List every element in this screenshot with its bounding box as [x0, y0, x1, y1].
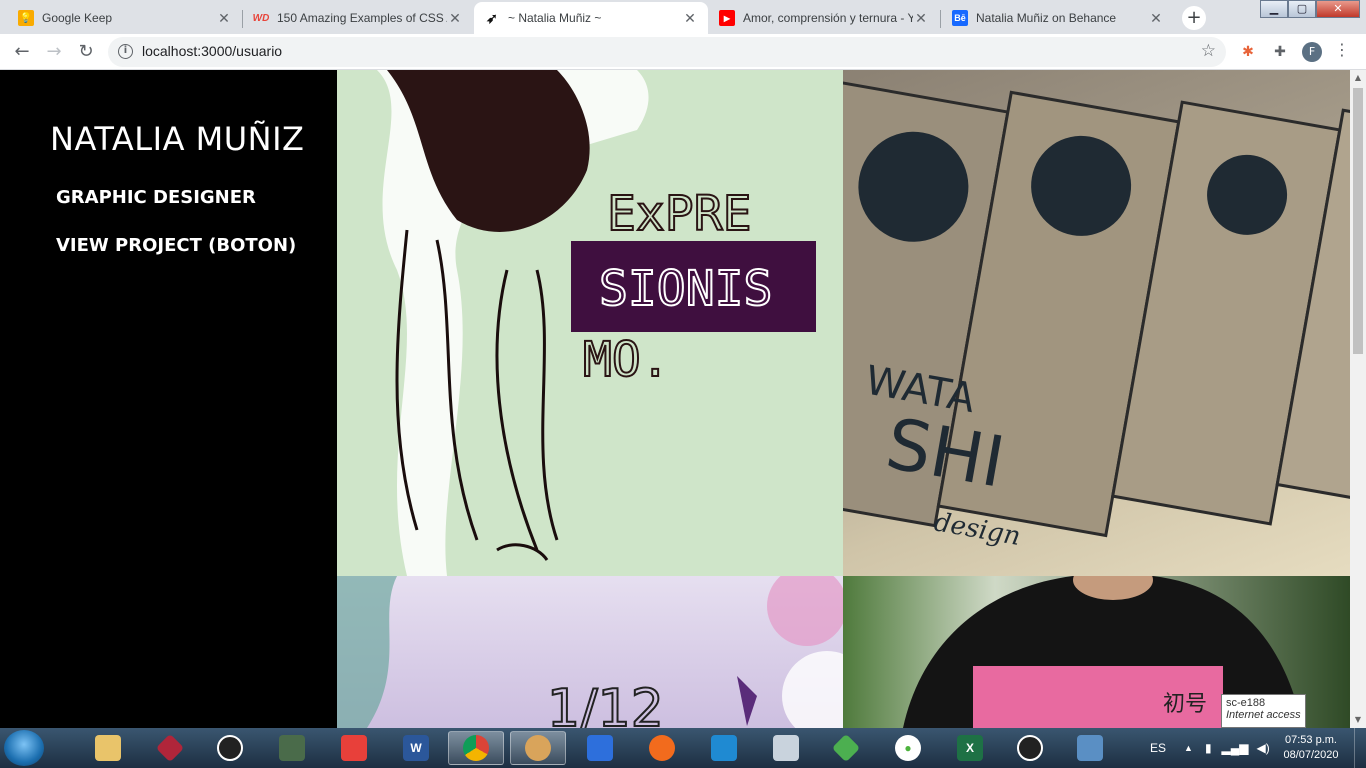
- monitor-taskbar-icon[interactable]: [264, 731, 320, 765]
- tab-divider: [940, 10, 941, 28]
- tile1-line3: MO.: [583, 332, 670, 388]
- new-tab-button[interactable]: +: [1182, 6, 1206, 30]
- minimize-button[interactable]: ▁: [1260, 0, 1288, 18]
- close-icon[interactable]: ✕: [682, 10, 698, 27]
- expresionismo-illustration: ExPRE SIONIS MO.: [377, 70, 816, 576]
- pen-taskbar-icon[interactable]: [634, 731, 690, 765]
- language-indicator[interactable]: ES: [1150, 741, 1166, 755]
- excel-taskbar-icon[interactable]: X: [942, 731, 998, 765]
- tile3-text: 1/12: [547, 679, 664, 728]
- back-button[interactable]: ←: [10, 40, 34, 64]
- tab-google-keep[interactable]: 💡 Google Keep ✕: [8, 2, 242, 34]
- app-taskbar-icon[interactable]: [142, 731, 198, 765]
- brand-title: NATALIA MUÑIZ: [50, 120, 305, 158]
- bookmark-star-icon[interactable]: ☆: [1201, 41, 1216, 61]
- page-scrollbar[interactable]: ▲ ▼: [1350, 70, 1366, 728]
- browser-toolbar: ← → ↻ i localhost:3000/usuario ☆ ✱ ✚ F ⋮: [0, 34, 1366, 70]
- behance-icon: Bē: [952, 10, 968, 26]
- network-icon[interactable]: ▂▄▆: [1222, 741, 1249, 755]
- view-project-button[interactable]: VIEW PROJECT (BOTON): [56, 235, 296, 256]
- paint-taskbar-icon[interactable]: [510, 731, 566, 765]
- window-controls: ▁ ▢ ✕: [1260, 0, 1360, 18]
- start-button[interactable]: [4, 730, 44, 766]
- sidebar: NATALIA MUÑIZ GRAPHIC DESIGNER VIEW PROJ…: [0, 70, 337, 728]
- url-text[interactable]: localhost:3000/usuario: [142, 43, 282, 59]
- tab-behance[interactable]: Bē Natalia Muñiz on Behance ✕: [942, 2, 1174, 34]
- forward-button[interactable]: →: [42, 40, 66, 64]
- address-bar[interactable]: i localhost:3000/usuario ☆: [108, 37, 1226, 67]
- extension-icon[interactable]: ✱: [1238, 42, 1258, 62]
- profile-avatar[interactable]: F: [1302, 42, 1322, 62]
- project-tile-expresionismo[interactable]: ExPRE SIONIS MO.: [337, 70, 843, 576]
- watashi-cards-photo: WATA SHI design: [843, 80, 1350, 552]
- wd-icon: WD: [252, 12, 270, 24]
- maximize-button[interactable]: ▢: [1288, 0, 1316, 18]
- project-tile-calendar[interactable]: 1/12: [337, 576, 843, 728]
- project-tile-watashi[interactable]: WATA SHI design: [843, 70, 1350, 576]
- puzzle-icon[interactable]: ✚: [1270, 42, 1290, 62]
- volume-icon[interactable]: ◀): [1257, 741, 1270, 755]
- app-taskbar-icon[interactable]: [1002, 731, 1058, 765]
- page-content: NATALIA MUÑIZ GRAPHIC DESIGNER VIEW PROJ…: [0, 70, 1350, 728]
- app-taskbar-icon[interactable]: [202, 731, 258, 765]
- scroll-thumb[interactable]: [1353, 88, 1363, 354]
- tile1-line1: ExPRE: [607, 186, 752, 242]
- calendar-illustration: 1/12: [337, 576, 843, 728]
- tile4-text: 初号: [1163, 692, 1207, 717]
- system-tray: ES ▲ ▮ ▂▄▆ ◀): [1140, 728, 1270, 768]
- app-taskbar-icon[interactable]: [572, 731, 628, 765]
- close-icon[interactable]: ✕: [913, 10, 929, 27]
- reload-button[interactable]: ↻: [74, 40, 98, 64]
- close-icon[interactable]: ✕: [216, 10, 232, 27]
- bird-icon: ➶: [486, 9, 498, 26]
- tab-strip: 💡 Google Keep ✕ WD 150 Amazing Examples …: [0, 0, 1366, 34]
- tray-expand-icon[interactable]: ▲: [1184, 743, 1193, 753]
- tab-natalia-muniz[interactable]: ➶ ~ Natalia Muñiz ~ ✕: [474, 2, 708, 34]
- explorer-taskbar-icon[interactable]: [80, 731, 136, 765]
- info-icon[interactable]: i: [118, 44, 133, 59]
- power-icon[interactable]: ▮: [1205, 741, 1212, 755]
- close-window-button[interactable]: ✕: [1316, 0, 1360, 18]
- chrome-taskbar-icon[interactable]: [448, 731, 504, 765]
- show-desktop-button[interactable]: [1354, 728, 1366, 768]
- taskbar: W ● X ES ▲ ▮ ▂▄▆ ◀) 07:53 p.m. 08/07/202…: [0, 728, 1366, 768]
- menu-icon[interactable]: ⋮: [1334, 40, 1350, 59]
- youtube-icon: ▶: [719, 10, 735, 26]
- scroll-up-icon[interactable]: ▲: [1350, 70, 1366, 86]
- close-icon[interactable]: ✕: [1148, 10, 1164, 27]
- tile1-line2: SIONIS: [599, 261, 772, 317]
- graphic-designer-link[interactable]: GRAPHIC DESIGNER: [56, 187, 256, 208]
- git-taskbar-icon[interactable]: [326, 731, 382, 765]
- network-tooltip: sc-e188 Internet access: [1221, 694, 1306, 728]
- photo-taskbar-icon[interactable]: [1062, 731, 1118, 765]
- keep-icon: 💡: [18, 10, 34, 26]
- app-taskbar-icon[interactable]: [818, 731, 874, 765]
- close-icon[interactable]: ✕: [447, 10, 463, 27]
- tab-youtube[interactable]: ▶ Amor, comprensión y ternura - You ✕: [709, 2, 939, 34]
- vscode-taskbar-icon[interactable]: [696, 731, 752, 765]
- calculator-taskbar-icon[interactable]: [758, 731, 814, 765]
- clock[interactable]: 07:53 p.m. 08/07/2020: [1276, 733, 1346, 763]
- tab-css-animations[interactable]: WD 150 Amazing Examples of CSS Anim ✕: [243, 2, 473, 34]
- mongodb-taskbar-icon[interactable]: ●: [880, 731, 936, 765]
- word-taskbar-icon[interactable]: W: [388, 731, 444, 765]
- scroll-down-icon[interactable]: ▼: [1350, 712, 1366, 728]
